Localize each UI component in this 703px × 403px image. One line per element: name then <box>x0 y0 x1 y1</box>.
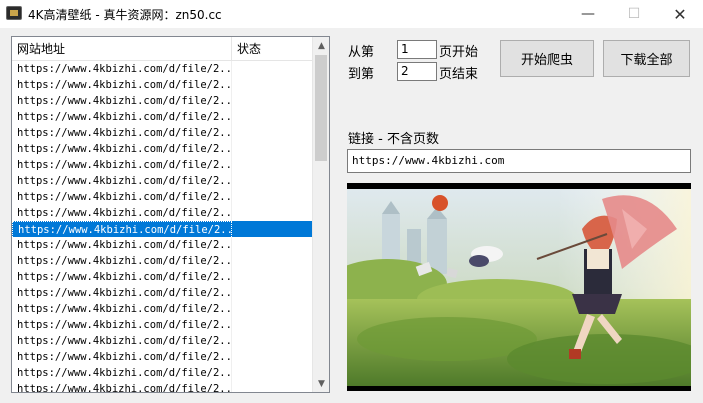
url-cell: https://www.4kbizhi.com/d/file/2... <box>12 253 232 269</box>
maximize-button[interactable]: ☐ <box>611 0 657 28</box>
table-row[interactable]: https://www.4kbizhi.com/d/file/2... <box>12 269 312 285</box>
scrollbar-thumb[interactable] <box>315 55 327 161</box>
url-cell: https://www.4kbizhi.com/d/file/2... <box>12 125 232 141</box>
start-crawl-button[interactable]: 开始爬虫 <box>500 40 594 77</box>
start-suffix-label: 页开始 <box>439 45 479 60</box>
table-row[interactable]: https://www.4kbizhi.com/d/file/2... <box>12 285 312 301</box>
url-cell: https://www.4kbizhi.com/d/file/2... <box>12 141 232 157</box>
url-cell: https://www.4kbizhi.com/d/file/2... <box>12 93 232 109</box>
vertical-scrollbar[interactable]: ▲ ▼ <box>312 37 329 392</box>
minimize-button[interactable]: — <box>565 0 611 28</box>
url-cell: https://www.4kbizhi.com/d/file/2... <box>12 77 232 93</box>
column-header-status[interactable]: 状态 <box>232 37 312 61</box>
table-row[interactable]: https://www.4kbizhi.com/d/file/2... <box>12 237 312 253</box>
url-cell: https://www.4kbizhi.com/d/file/2... <box>12 205 232 221</box>
table-row[interactable]: https://www.4kbizhi.com/d/file/2... <box>12 253 312 269</box>
table-row[interactable]: https://www.4kbizhi.com/d/file/2... <box>12 205 312 221</box>
table-row[interactable]: https://www.4kbizhi.com/d/file/2... <box>12 125 312 141</box>
table-row[interactable]: https://www.4kbizhi.com/d/file/2... <box>12 349 312 365</box>
url-cell: https://www.4kbizhi.com/d/file/2... <box>12 173 232 189</box>
url-cell: https://www.4kbizhi.com/d/file/2... <box>12 189 232 205</box>
download-all-button[interactable]: 下载全部 <box>603 40 690 77</box>
table-row[interactable]: https://www.4kbizhi.com/d/file/2... <box>12 317 312 333</box>
end-suffix-label: 页结束 <box>439 67 479 82</box>
link-label: 链接 - 不含页数 <box>348 132 439 147</box>
table-row[interactable]: https://www.4kbizhi.com/d/file/2... <box>12 221 312 239</box>
table-row[interactable]: https://www.4kbizhi.com/d/file/2... <box>12 381 312 392</box>
scroll-up-icon[interactable]: ▲ <box>313 37 329 54</box>
from-page-label: 从第 <box>348 45 375 60</box>
app-icon <box>6 6 22 20</box>
url-cell: https://www.4kbizhi.com/d/file/2... <box>12 365 232 381</box>
url-cell: https://www.4kbizhi.com/d/file/2... <box>12 317 232 333</box>
url-list[interactable]: 网站地址 状态 https://www.4kbizhi.com/d/file/2… <box>11 36 330 393</box>
to-page-label: 到第 <box>348 67 375 82</box>
table-row[interactable]: https://www.4kbizhi.com/d/file/2... <box>12 141 312 157</box>
window-title: 4K高清壁纸 - 真牛资源网：zn50.cc <box>28 8 222 22</box>
title-bar[interactable]: 4K高清壁纸 - 真牛资源网：zn50.cc — ☐ ✕ <box>0 0 703 28</box>
url-cell: https://www.4kbizhi.com/d/file/2... <box>12 61 232 77</box>
table-row[interactable]: https://www.4kbizhi.com/d/file/2... <box>12 77 312 93</box>
table-row[interactable]: https://www.4kbizhi.com/d/file/2... <box>12 173 312 189</box>
to-page-input[interactable]: 2 <box>397 62 437 81</box>
from-page-input[interactable]: 1 <box>397 40 437 59</box>
url-cell: https://www.4kbizhi.com/d/file/2... <box>12 157 232 173</box>
column-header-url[interactable]: 网站地址 <box>12 37 232 61</box>
wallpaper-preview <box>347 183 691 391</box>
list-rows: https://www.4kbizhi.com/d/file/2... https… <box>12 61 312 392</box>
table-row[interactable]: https://www.4kbizhi.com/d/file/2... <box>12 301 312 317</box>
url-cell: https://www.4kbizhi.com/d/file/2... <box>12 381 232 392</box>
table-row[interactable]: https://www.4kbizhi.com/d/file/2... <box>12 189 312 205</box>
url-cell: https://www.4kbizhi.com/d/file/2... <box>12 285 232 301</box>
url-cell: https://www.4kbizhi.com/d/file/2... <box>12 237 232 253</box>
table-row[interactable]: https://www.4kbizhi.com/d/file/2... <box>12 61 312 77</box>
url-cell: https://www.4kbizhi.com/d/file/2... <box>12 349 232 365</box>
wallpaper-image <box>347 189 691 386</box>
list-header: 网站地址 状态 <box>12 37 312 61</box>
table-row[interactable]: https://www.4kbizhi.com/d/file/2... <box>12 333 312 349</box>
scroll-down-icon[interactable]: ▼ <box>313 375 329 392</box>
table-row[interactable]: https://www.4kbizhi.com/d/file/2... <box>12 109 312 125</box>
table-row[interactable]: https://www.4kbizhi.com/d/file/2... <box>12 93 312 109</box>
link-input[interactable]: https://www.4kbizhi.com <box>347 149 691 173</box>
url-cell: https://www.4kbizhi.com/d/file/2... <box>12 301 232 317</box>
table-row[interactable]: https://www.4kbizhi.com/d/file/2... <box>12 157 312 173</box>
url-cell: https://www.4kbizhi.com/d/file/2... <box>12 333 232 349</box>
table-row[interactable]: https://www.4kbizhi.com/d/file/2... <box>12 365 312 381</box>
url-cell: https://www.4kbizhi.com/d/file/2... <box>12 109 232 125</box>
close-button[interactable]: ✕ <box>657 0 703 28</box>
url-cell: https://www.4kbizhi.com/d/file/2... <box>12 269 232 285</box>
